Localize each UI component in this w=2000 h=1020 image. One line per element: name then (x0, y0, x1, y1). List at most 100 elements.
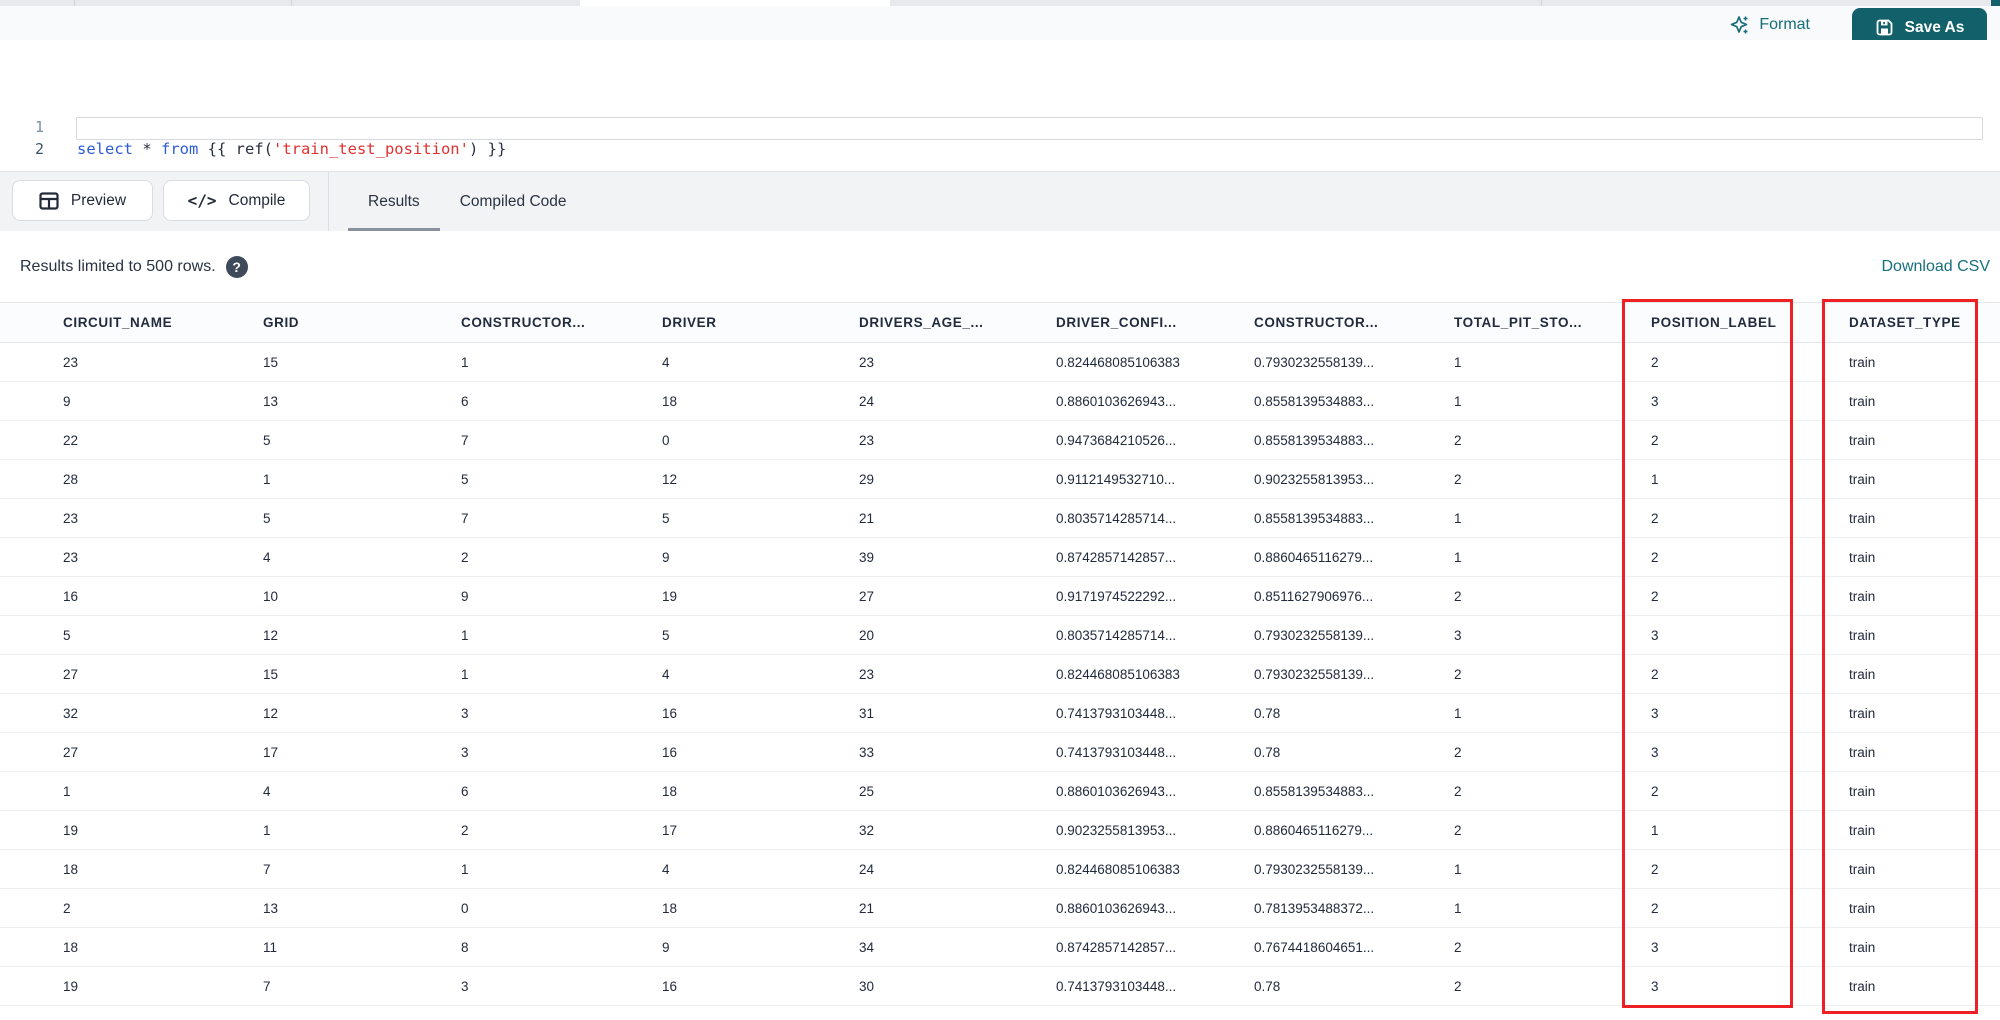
sparkles-icon (1730, 15, 1750, 35)
table-cell: 5 (662, 510, 670, 526)
table-cell: 1 (1454, 354, 1462, 370)
table-cell: train (1849, 627, 1876, 643)
preview-button[interactable]: Preview (12, 180, 153, 221)
table-row: 23 15 1 4 23 0.824468085106383 0.7930232558139… (0, 343, 2000, 382)
table-cell: train (1849, 666, 1876, 682)
table-cell: 1 (1454, 900, 1462, 916)
editor-toolbar: Format Save As (0, 6, 2000, 54)
results-table-body: 23 15 1 4 23 0.824468085106383 0.7930232558139… (0, 343, 2000, 1006)
table-cell: 2 (1454, 744, 1462, 760)
column-header: DATASET_TYPE (1849, 315, 1961, 330)
table-cell: 2 (1454, 939, 1462, 955)
table-cell: 0.8860465116279... (1254, 549, 1374, 565)
table-cell: 10 (263, 588, 279, 604)
table-cell: 4 (263, 549, 271, 565)
table-cell: 0.7413793103448... (1056, 978, 1177, 994)
download-csv-link[interactable]: Download CSV (1882, 231, 1991, 302)
code-line-1[interactable]: 1 select * from {{ ref('train_test_posit… (0, 94, 2000, 158)
format-label: Format (1759, 16, 1810, 33)
table-cell: 9 (662, 549, 670, 565)
table-cell: train (1849, 900, 1876, 916)
save-as-label: Save As (1904, 18, 1965, 36)
table-cell: train (1849, 393, 1876, 409)
table-cell: 4 (662, 861, 670, 877)
table-cell: train (1849, 432, 1876, 448)
table-cell: 0.8860103626943... (1056, 393, 1177, 409)
table-cell: 2 (1651, 666, 1659, 682)
table-cell: 23 (63, 354, 79, 370)
table-cell: 0.824468085106383 (1056, 861, 1180, 877)
table-row: 23 4 2 9 39 0.8742857142857... 0.8860465116279… (0, 538, 2000, 577)
column-header: GRID (263, 315, 300, 330)
table-cell: 2 (1454, 432, 1462, 448)
format-button[interactable]: Format (1730, 15, 1810, 35)
table-cell: 1 (263, 471, 271, 487)
table-cell: 0.8742857142857... (1056, 939, 1177, 955)
table-cell: 33 (859, 744, 875, 760)
table-cell: 0.8035714285714... (1056, 510, 1177, 526)
table-cell: 0.824468085106383 (1056, 354, 1180, 370)
compile-label: Compile (228, 191, 286, 209)
table-cell: 0 (662, 432, 670, 448)
table-cell: 21 (859, 510, 875, 526)
table-icon (39, 191, 59, 210)
table-cell: 2 (1651, 549, 1659, 565)
table-row: 9 13 6 18 24 0.8860103626943... 0.855813953488… (0, 382, 2000, 421)
table-cell: 9 (63, 393, 71, 409)
table-cell: 22 (63, 432, 79, 448)
table-cell: 28 (63, 471, 79, 487)
code-line-2[interactable]: 2 (0, 116, 2000, 158)
table-cell: 9 (461, 588, 469, 604)
table-cell: 20 (859, 627, 875, 643)
table-cell: 0.9171974522292... (1056, 588, 1177, 604)
table-cell: 2 (1454, 471, 1462, 487)
table-cell: 0.9473684210526... (1056, 432, 1177, 448)
table-cell: train (1849, 939, 1876, 955)
table-cell: 2 (1454, 588, 1462, 604)
table-cell: 1 (1454, 861, 1462, 877)
table-cell: 3 (461, 978, 469, 994)
table-cell: 12 (263, 705, 279, 721)
table-cell: 6 (461, 393, 469, 409)
preview-label: Preview (70, 191, 127, 209)
row-limit-label: Results limited to 500 rows. (20, 257, 216, 275)
table-cell: 0.8860465116279... (1254, 822, 1374, 838)
table-row: 1 4 6 18 25 0.8860103626943... 0.8558139534883… (0, 772, 2000, 811)
help-icon[interactable]: ? (225, 255, 248, 278)
table-cell: 1 (1651, 822, 1659, 838)
table-row: 32 12 3 16 31 0.7413793103448... 0.78 1 3 train (0, 694, 2000, 733)
table-cell: 16 (662, 705, 678, 721)
table-cell: 0.8035714285714... (1056, 627, 1177, 643)
table-cell: 2 (1651, 783, 1659, 799)
save-icon (1875, 18, 1894, 37)
sql-editor[interactable]: 1 select * from {{ ref('train_test_posit… (0, 40, 2000, 171)
column-header: TOTAL_PIT_STO... (1454, 315, 1583, 330)
table-cell: 3 (1651, 978, 1659, 994)
column-header: DRIVER (662, 315, 717, 330)
compile-button[interactable]: </> Compile (163, 180, 310, 221)
table-cell: 3 (1454, 627, 1462, 643)
table-row: 27 17 3 16 33 0.7413793103448... 0.78 2 3 train (0, 733, 2000, 772)
table-cell: 3 (1651, 705, 1659, 721)
column-header: DRIVER_CONFI... (1056, 315, 1177, 330)
table-cell: 2 (1454, 666, 1462, 682)
table-cell: 0.7413793103448... (1056, 744, 1177, 760)
tab-results[interactable]: Results (348, 172, 440, 232)
table-cell: 16 (662, 978, 678, 994)
table-cell: 0.78 (1254, 978, 1281, 994)
table-row: 5 12 1 5 20 0.8035714285714... 0.7930232558139… (0, 616, 2000, 655)
table-cell: 0.7674418604651... (1254, 939, 1375, 955)
table-cell: 13 (263, 393, 279, 409)
table-cell: 0.8511627906976... (1254, 588, 1374, 604)
table-row: 23 5 7 5 21 0.8035714285714... 0.8558139534883… (0, 499, 2000, 538)
table-cell: train (1849, 588, 1876, 604)
table-cell: 15 (263, 666, 279, 682)
table-cell: 3 (461, 744, 469, 760)
action-panel: Preview </> Compile Results Compiled Cod… (0, 171, 2000, 232)
table-cell: 18 (63, 861, 79, 877)
table-cell: 12 (263, 627, 279, 643)
table-row: 28 1 5 12 29 0.9112149532710... 0.902325581395… (0, 460, 2000, 499)
tab-compiled-code[interactable]: Compiled Code (440, 172, 587, 232)
table-cell: 19 (63, 978, 79, 994)
sql-code: select * from {{ ref('train_test_positio… (77, 140, 507, 158)
